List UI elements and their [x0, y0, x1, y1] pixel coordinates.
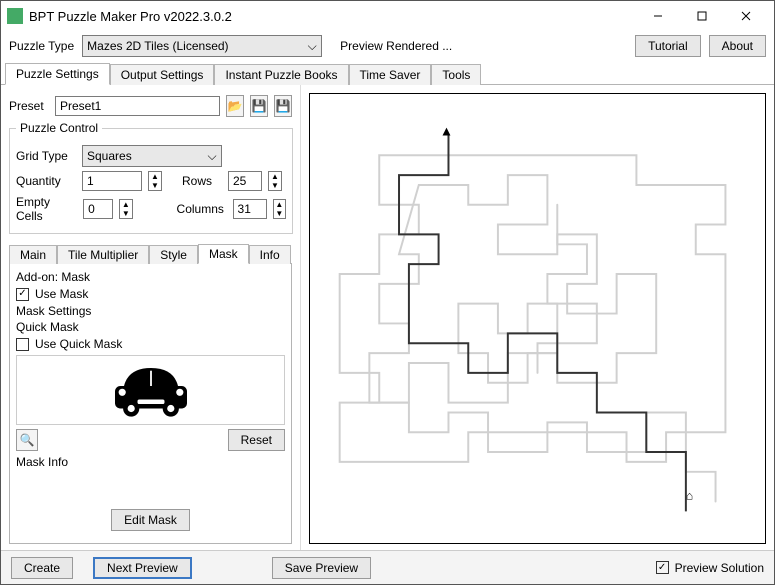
save-as-icon: 💾 [276, 99, 291, 113]
subtab-mask[interactable]: Mask [198, 244, 249, 264]
grid-type-label: Grid Type [16, 149, 76, 163]
checkbox-icon [16, 338, 29, 351]
app-icon [7, 8, 23, 24]
about-button[interactable]: About [709, 35, 766, 57]
tab-output-settings[interactable]: Output Settings [110, 64, 215, 85]
open-preset-button[interactable]: 📂 [226, 95, 244, 117]
grid-type-combo[interactable]: Squares ⌵ [82, 145, 222, 167]
tab-instant-puzzle-books[interactable]: Instant Puzzle Books [214, 64, 348, 85]
use-mask-checkbox[interactable]: ✓ Use Mask [16, 287, 285, 301]
save-icon: 💾 [252, 99, 267, 113]
chevron-down-icon: ⌵ [307, 39, 317, 54]
preview-canvas: ⌂ [309, 93, 766, 544]
empty-cells-label: Empty Cells [16, 195, 77, 223]
rows-input[interactable] [228, 171, 262, 191]
quick-mask-label: Quick Mask [16, 320, 285, 334]
checkbox-icon: ✓ [16, 288, 29, 301]
rows-label: Rows [182, 174, 222, 188]
empty-cells-spinner[interactable]: ▲▼ [119, 199, 132, 219]
subtab-info[interactable]: Info [249, 245, 291, 264]
use-quick-mask-label: Use Quick Mask [35, 337, 122, 351]
checkbox-icon: ✓ [656, 561, 669, 574]
tutorial-button[interactable]: Tutorial [635, 35, 701, 57]
reset-button[interactable]: Reset [228, 429, 285, 451]
subtab-tile-multiplier[interactable]: Tile Multiplier [57, 245, 149, 264]
columns-label: Columns [177, 202, 227, 216]
create-button[interactable]: Create [11, 557, 73, 579]
titlebar: BPT Puzzle Maker Pro v2022.3.0.2 [1, 1, 774, 31]
edit-mask-button[interactable]: Edit Mask [111, 509, 190, 531]
addon-mask-label: Add-on: Mask [16, 270, 285, 284]
quantity-input[interactable] [82, 171, 142, 191]
subtab-style[interactable]: Style [149, 245, 198, 264]
preset-label: Preset [9, 99, 49, 113]
save-as-preset-button[interactable]: 💾 [274, 95, 292, 117]
tab-time-saver[interactable]: Time Saver [349, 64, 432, 85]
tab-puzzle-settings[interactable]: Puzzle Settings [5, 63, 110, 85]
save-preset-button[interactable]: 💾 [250, 95, 268, 117]
magnify-icon: 🔍 [20, 433, 35, 447]
tab-tools[interactable]: Tools [431, 64, 481, 85]
puzzle-type-value: Mazes 2D Tiles (Licensed) [87, 39, 303, 53]
maximize-button[interactable] [680, 2, 724, 30]
mask-settings-label: Mask Settings [16, 304, 285, 318]
folder-icon: 📂 [228, 99, 243, 113]
window-title: BPT Puzzle Maker Pro v2022.3.0.2 [29, 9, 636, 24]
preview-status: Preview Rendered ... [340, 39, 452, 53]
columns-spinner[interactable]: ▲▼ [273, 199, 286, 219]
subtabstrip: Main Tile Multiplier Style Mask Info [9, 242, 292, 264]
use-quick-mask-checkbox[interactable]: Use Quick Mask [16, 337, 285, 351]
svg-text:⌂: ⌂ [686, 489, 693, 503]
rows-spinner[interactable]: ▲▼ [268, 171, 282, 191]
save-preview-button[interactable]: Save Preview [272, 557, 371, 579]
mask-info-label: Mask Info [16, 455, 285, 469]
left-pane: Preset 📂 💾 💾 Puzzle Control Grid Type Sq… [1, 85, 301, 552]
puzzle-control-group: Puzzle Control Grid Type Squares ⌵ Quant… [9, 121, 293, 234]
bottom-bar: Create Next Preview Save Preview ✓ Previ… [1, 550, 774, 584]
preview-solution-label: Preview Solution [675, 561, 764, 575]
subtab-main[interactable]: Main [9, 245, 57, 264]
maze-preview-icon: ⌂ [310, 94, 765, 543]
right-pane: ⌂ [301, 85, 774, 552]
preview-solution-checkbox[interactable]: ✓ Preview Solution [656, 561, 764, 575]
minimize-button[interactable] [636, 2, 680, 30]
car-icon [106, 363, 196, 418]
top-row: Puzzle Type Mazes 2D Tiles (Licensed) ⌵ … [1, 31, 774, 61]
next-preview-button[interactable]: Next Preview [93, 557, 192, 579]
chevron-down-icon: ⌵ [207, 149, 217, 164]
close-button[interactable] [724, 2, 768, 30]
empty-cells-input[interactable] [83, 199, 113, 219]
mask-image-preview [16, 355, 285, 425]
magnify-button[interactable]: 🔍 [16, 429, 38, 451]
quantity-spinner[interactable]: ▲▼ [148, 171, 162, 191]
grid-type-value: Squares [87, 149, 203, 163]
puzzle-control-legend: Puzzle Control [16, 121, 102, 135]
puzzle-type-combo[interactable]: Mazes 2D Tiles (Licensed) ⌵ [82, 35, 322, 57]
mask-pane: Add-on: Mask ✓ Use Mask Mask Settings Qu… [9, 264, 292, 544]
use-mask-label: Use Mask [35, 287, 88, 301]
columns-input[interactable] [233, 199, 267, 219]
puzzle-type-label: Puzzle Type [9, 39, 74, 53]
quantity-label: Quantity [16, 174, 76, 188]
preset-input[interactable] [55, 96, 220, 116]
tabstrip: Puzzle Settings Output Settings Instant … [1, 61, 774, 85]
